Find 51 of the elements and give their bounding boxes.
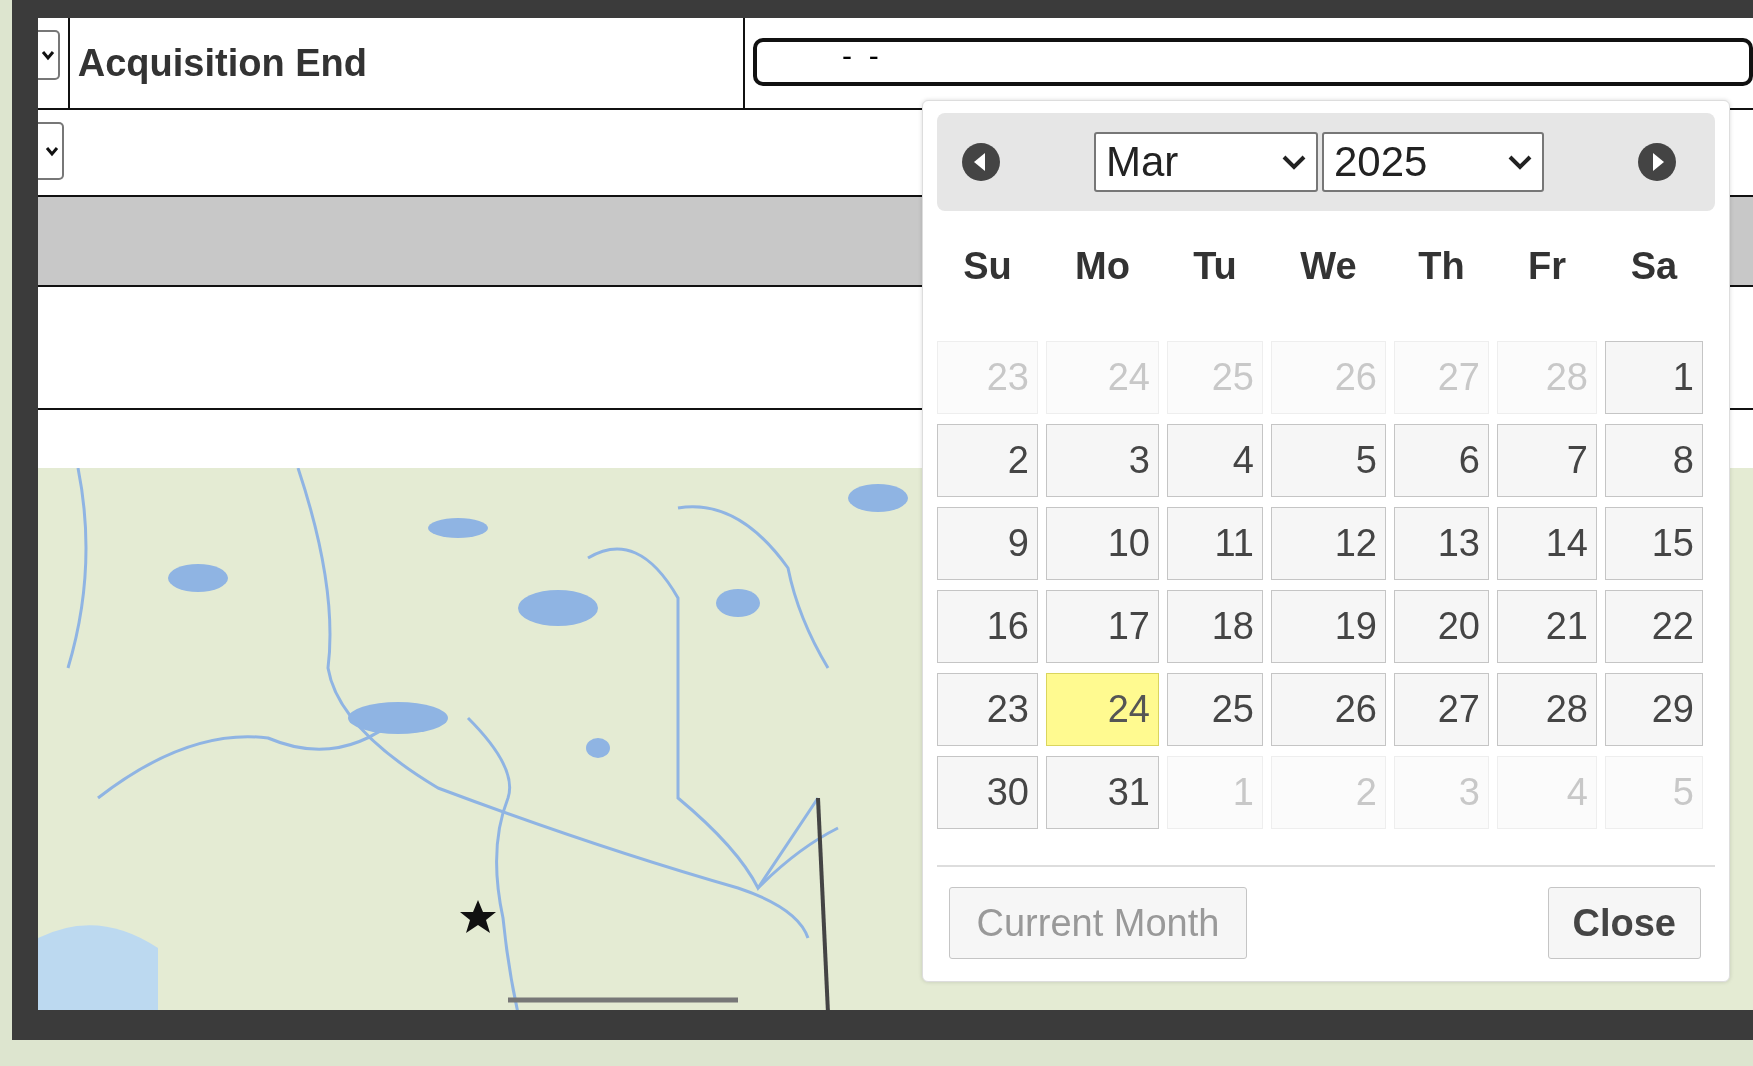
year-select[interactable]: 2025 (1322, 132, 1544, 192)
day-cell[interactable]: 10 (1046, 507, 1159, 580)
weekday-label: Mo (1074, 243, 1131, 289)
dropdown[interactable] (38, 122, 64, 180)
caret-icon (1508, 154, 1532, 170)
month-select[interactable]: Mar (1094, 132, 1318, 192)
day-cell[interactable]: 23 (937, 673, 1038, 746)
day-cell[interactable]: 27 (1394, 673, 1489, 746)
caret-icon (1282, 154, 1306, 170)
weekday-label: Fr (1527, 243, 1567, 289)
weekday-label: We (1299, 243, 1358, 289)
day-cell[interactable]: 13 (1394, 507, 1489, 580)
dropdown[interactable] (38, 30, 60, 80)
day-cell[interactable]: 31 (1046, 756, 1159, 829)
day-cell[interactable]: 15 (1605, 507, 1703, 580)
close-button[interactable]: Close (1547, 887, 1701, 959)
day-cell[interactable]: 12 (1271, 507, 1386, 580)
caret-icon (40, 48, 55, 62)
field-label: Acquisition End (67, 18, 745, 108)
day-cell[interactable]: 5 (1271, 424, 1386, 497)
day-cell[interactable]: 21 (1497, 590, 1597, 663)
day-cell[interactable]: 29 (1605, 673, 1703, 746)
date-input[interactable]: - - (753, 38, 1753, 86)
weekday-label: Th (1417, 243, 1466, 289)
day-cell[interactable]: 28 (1497, 673, 1597, 746)
day-cell[interactable]: 9 (937, 507, 1038, 580)
day-cell[interactable]: 4 (1167, 424, 1263, 497)
weekday-label: Tu (1192, 243, 1238, 289)
day-cell[interactable]: 14 (1497, 507, 1597, 580)
day-cell[interactable]: 8 (1605, 424, 1703, 497)
day-cell[interactable]: 26 (1271, 673, 1386, 746)
previous-month-icon[interactable] (961, 142, 1001, 182)
day-cell[interactable]: 17 (1046, 590, 1159, 663)
day-cell[interactable]: 20 (1394, 590, 1489, 663)
day-cell[interactable]: 30 (937, 756, 1038, 829)
day-cell[interactable]: 16 (937, 590, 1038, 663)
next-month-icon[interactable] (1637, 142, 1677, 182)
day-cell[interactable]: 22 (1605, 590, 1703, 663)
day-cell[interactable]: 11 (1167, 507, 1263, 580)
day-cell[interactable]: 25 (1167, 673, 1263, 746)
day-cell[interactable]: 24 (1046, 673, 1159, 746)
weekday-label: Sa (1629, 243, 1679, 289)
day-cell[interactable]: 3 (1046, 424, 1159, 497)
day-cell[interactable]: 6 (1394, 424, 1489, 497)
caret-icon (45, 144, 59, 158)
day-cell[interactable]: 2 (937, 424, 1038, 497)
day-cell[interactable]: 1 (1605, 341, 1703, 414)
day-cell[interactable]: 18 (1167, 590, 1263, 663)
day-cell[interactable]: 7 (1497, 424, 1597, 497)
day-cell[interactable]: 19 (1271, 590, 1386, 663)
weekday-label: Su (962, 243, 1013, 289)
